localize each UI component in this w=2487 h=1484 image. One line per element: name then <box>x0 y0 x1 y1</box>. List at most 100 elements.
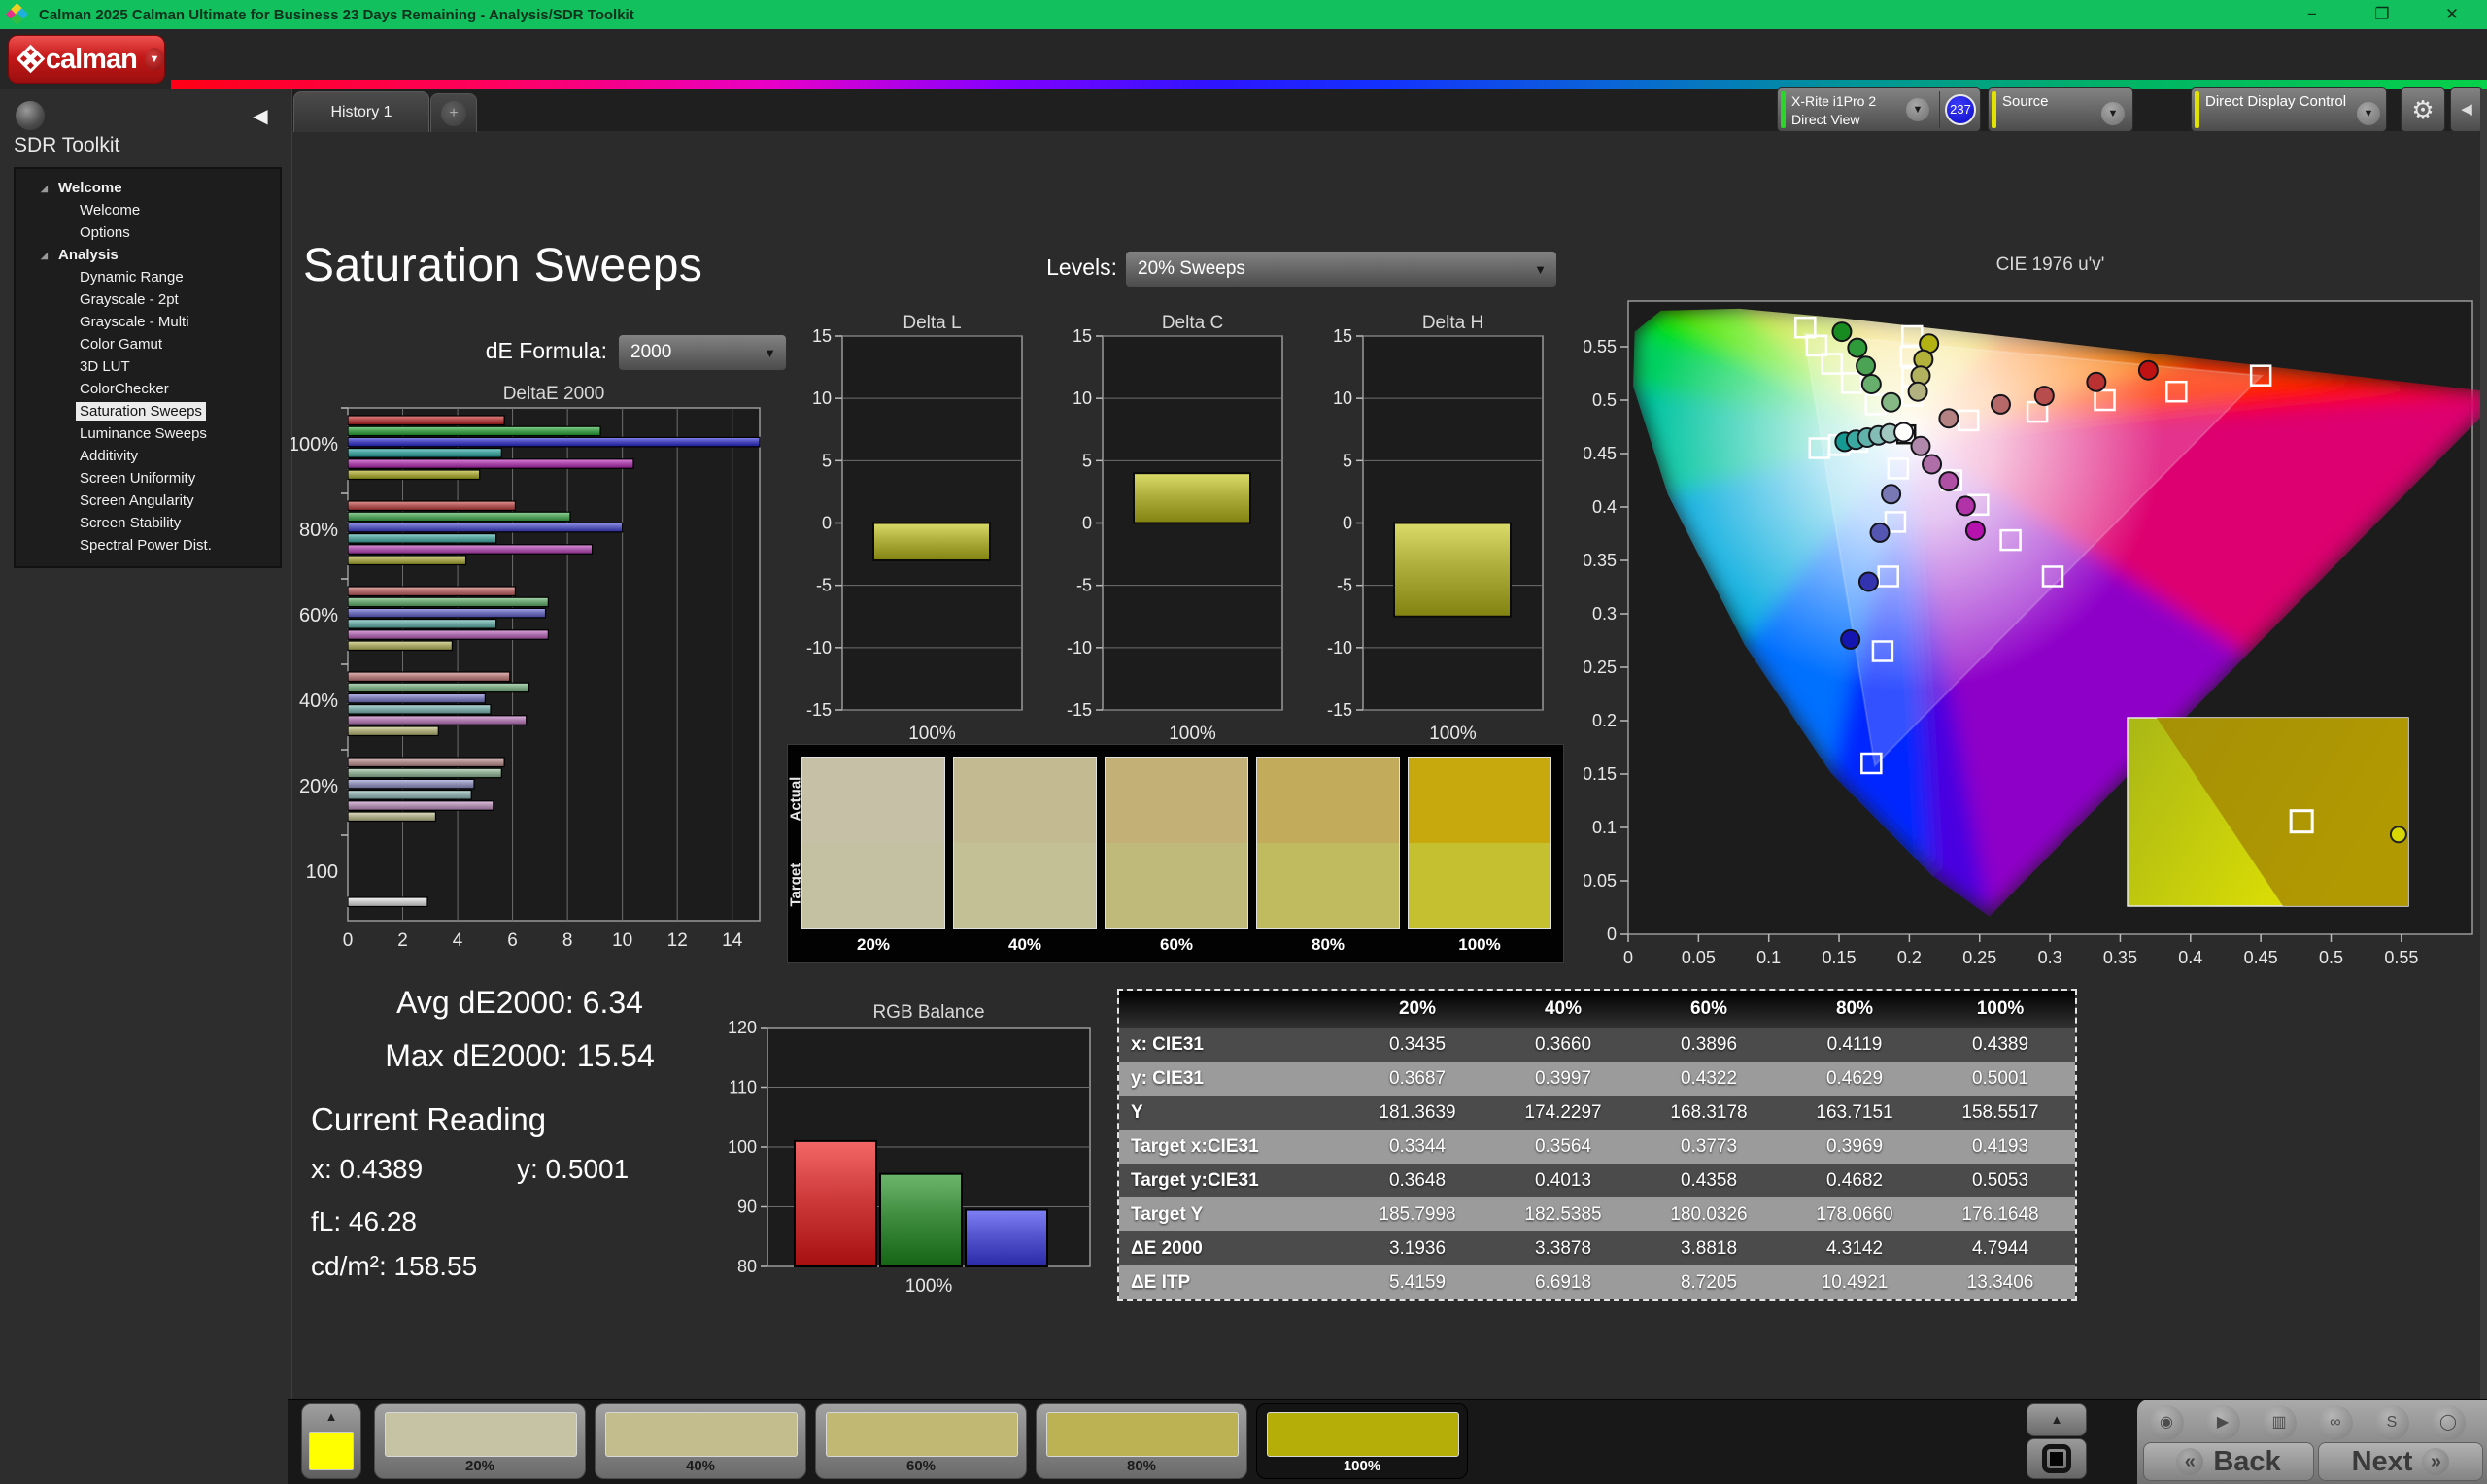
sidebar-item-saturation-sweeps[interactable]: Saturation Sweeps <box>16 400 280 422</box>
plus-icon: + <box>441 100 466 126</box>
svg-text:8: 8 <box>562 930 573 951</box>
table-value: 0.4629 <box>1825 1068 1884 1089</box>
source-dropdown[interactable]: Source ▼ <box>1988 87 2133 132</box>
level-swatch-button-40%[interactable]: 40% <box>595 1403 806 1479</box>
table-value: 0.4193 <box>1971 1136 2029 1157</box>
svg-text:0.25: 0.25 <box>1962 948 1996 967</box>
settings-button[interactable]: ⚙ <box>2401 87 2445 132</box>
expander-icon: ◢ <box>41 184 48 193</box>
nav-tool-icon-2[interactable]: ▥ <box>2262 1405 2297 1440</box>
level-swatch-button-20%[interactable]: 20% <box>374 1403 586 1479</box>
sidebar-collapse-button[interactable]: ◀ <box>243 99 278 134</box>
de-formula-dropdown[interactable]: 2000 ▼ <box>618 334 787 371</box>
display-control-dropdown[interactable]: Direct Display Control ▼ <box>2191 87 2387 132</box>
table-value: 168.3178 <box>1670 1102 1748 1123</box>
level-swatch-button-80%[interactable]: 80% <box>1036 1403 1247 1479</box>
tree-group-welcome[interactable]: ◢ Welcome <box>16 177 280 199</box>
nav-tool-icon-1[interactable]: ▶ <box>2205 1405 2240 1440</box>
actual-swatch <box>954 758 1096 843</box>
swatch-color <box>605 1412 798 1457</box>
svg-text:RGB Balance: RGB Balance <box>872 1002 984 1023</box>
table-value: 0.3687 <box>1388 1068 1447 1089</box>
svg-text:40%: 40% <box>299 691 338 712</box>
svg-text:Delta H: Delta H <box>1422 313 1483 333</box>
svg-text:2: 2 <box>397 930 408 951</box>
table-value: 8.7205 <box>1680 1272 1738 1293</box>
sidebar-item-welcome[interactable]: Welcome <box>16 199 280 221</box>
add-tab-button[interactable]: + <box>430 93 477 132</box>
actual-swatch <box>1106 758 1247 843</box>
swatch-color <box>1046 1412 1239 1457</box>
tab-history-1[interactable]: History 1 <box>293 91 429 132</box>
chevron-down-icon: ▼ <box>1534 262 1547 277</box>
svg-text:5: 5 <box>1343 451 1352 470</box>
svg-text:100%: 100% <box>908 724 956 744</box>
table-col-header: 40% <box>1544 998 1583 1019</box>
stop-control: ▲ <box>2027 1403 2087 1479</box>
nav-tool-icon-0[interactable]: ◉ <box>2149 1405 2184 1440</box>
swatch-label: 60% <box>905 1458 937 1474</box>
sidebar-item-dynamic-range[interactable]: Dynamic Range <box>16 266 280 288</box>
page-title: Saturation Sweeps <box>303 240 703 291</box>
chevron-up-icon[interactable]: ▲ <box>2027 1403 2087 1436</box>
sidebar: ◀ SDR Toolkit ◢ Welcome Welcome Options ◢ Ana… <box>0 89 292 1484</box>
table-value: 181.3639 <box>1379 1102 1456 1123</box>
sidebar-item-color-gamut[interactable]: Color Gamut <box>16 333 280 355</box>
svg-text:100%: 100% <box>905 1276 953 1295</box>
sidebar-item-options[interactable]: Options <box>16 221 280 244</box>
swatch-label: 40% <box>685 1458 716 1474</box>
calman-menu-button[interactable]: calman ▼ <box>8 35 165 84</box>
sidebar-item-colorchecker[interactable]: ColorChecker <box>16 378 280 400</box>
meter-dropdown[interactable]: X-Rite i1Pro 2 Direct View ▼ 237 <box>1777 87 1981 132</box>
meter-name: X-Rite i1Pro 2 <box>1791 93 1877 109</box>
nav-tool-icon-5[interactable]: ◯ <box>2431 1405 2466 1440</box>
next-button[interactable]: Next » <box>2318 1442 2483 1481</box>
avg-de2000: Avg dE2000: 6.34 <box>396 985 643 1020</box>
meter-mode: Direct View <box>1791 112 1860 127</box>
sidebar-knob-icon[interactable] <box>16 101 45 130</box>
table-value: 174.2297 <box>1524 1102 1602 1123</box>
tree-group-analysis[interactable]: ◢ Analysis <box>16 244 280 266</box>
display-control-label: Direct Display Control <box>2205 93 2347 110</box>
svg-text:0.3: 0.3 <box>1592 604 1617 624</box>
target-swatch <box>954 843 1096 928</box>
sidebar-item-grayscale-multi[interactable]: Grayscale - Multi <box>16 311 280 333</box>
sidebar-item-3d-lut[interactable]: 3D LUT <box>16 355 280 378</box>
chevron-left-icon: ◀ <box>2461 101 2472 118</box>
current-reading-x: x: 0.4389 <box>311 1154 424 1184</box>
target-swatch <box>1409 843 1550 928</box>
sidebar-item-screen-uniformity[interactable]: Screen Uniformity <box>16 467 280 489</box>
svg-text:0.25: 0.25 <box>1584 658 1617 677</box>
level-swatch-button-60%[interactable]: 60% <box>815 1403 1027 1479</box>
sidebar-item-additivity[interactable]: Additivity <box>16 445 280 467</box>
nav-tool-icon-4[interactable]: S <box>2374 1405 2409 1440</box>
nav-tool-icon-3[interactable]: ∞ <box>2318 1405 2353 1440</box>
swatch-panel-toggle[interactable]: ▲ <box>301 1403 361 1479</box>
app-window: Calman 2025 Calman Ultimate for Business… <box>0 0 2487 1484</box>
sidebar-item-grayscale-2pt[interactable]: Grayscale - 2pt <box>16 288 280 311</box>
sidebar-item-luminance-sweeps[interactable]: Luminance Sweeps <box>16 422 280 445</box>
stop-button[interactable] <box>2027 1438 2087 1479</box>
back-button[interactable]: « Back <box>2143 1442 2314 1481</box>
table-value: 3.3878 <box>1534 1238 1592 1259</box>
svg-text:0.05: 0.05 <box>1584 871 1617 891</box>
swatch-compare-100% <box>1408 757 1551 929</box>
collapse-panel-button[interactable]: ◀ <box>2450 87 2483 132</box>
calman-logo-icon <box>16 44 46 74</box>
sidebar-item-screen-angularity[interactable]: Screen Angularity <box>16 489 280 512</box>
svg-text:10: 10 <box>812 388 832 408</box>
row-label: y: CIE31 <box>1131 1068 1204 1089</box>
close-button[interactable]: ✕ <box>2417 0 2487 29</box>
minimize-button[interactable]: − <box>2277 0 2347 29</box>
display-control-status-stripe <box>2195 91 2199 128</box>
swatch-label: 100% <box>1343 1458 1381 1474</box>
svg-text:80%: 80% <box>299 520 338 541</box>
levels-dropdown[interactable]: 20% Sweeps ▼ <box>1125 251 1557 287</box>
maximize-button[interactable]: ❐ <box>2347 0 2417 29</box>
svg-text:0.05: 0.05 <box>1682 948 1716 967</box>
sidebar-item-spectral-power-dist-[interactable]: Spectral Power Dist. <box>16 534 280 556</box>
level-swatch-button-100%[interactable]: 100% <box>1256 1403 1468 1479</box>
sidebar-item-screen-stability[interactable]: Screen Stability <box>16 512 280 534</box>
svg-text:0.1: 0.1 <box>1756 948 1781 967</box>
table-value: 13.3406 <box>1966 1272 2034 1293</box>
